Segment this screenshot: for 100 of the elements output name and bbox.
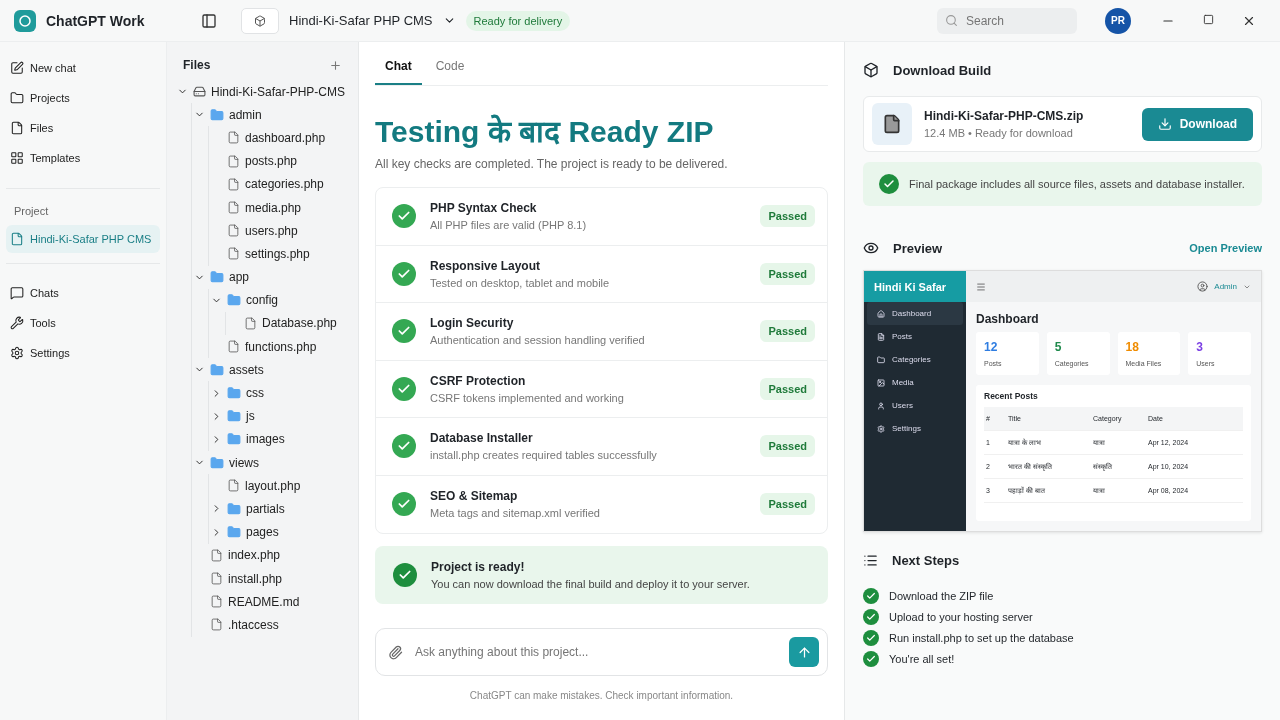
file-name[interactable]: .htaccess bbox=[228, 617, 279, 632]
file-icon bbox=[227, 177, 240, 191]
disclaimer: ChatGPT can make mistakes. Check important information. bbox=[468, 690, 735, 701]
section-title: Preview bbox=[893, 240, 944, 256]
preview-brand: Hindi Ki Safar bbox=[864, 271, 966, 302]
file-icon bbox=[210, 595, 223, 609]
folder-name[interactable]: Hindi-Ki-Safar-PHP-CMS bbox=[211, 84, 346, 99]
edit-icon bbox=[10, 61, 24, 75]
preview-title: Dashboard bbox=[975, 311, 1040, 328]
check-detail: CSRF tokens implemented and working bbox=[430, 391, 625, 404]
user-avatar[interactable]: PR bbox=[1105, 7, 1131, 34]
page-heading: Testing के बाद Ready ZIP bbox=[375, 113, 715, 150]
file-name[interactable]: index.php bbox=[228, 548, 281, 563]
folder-icon bbox=[210, 270, 224, 285]
download-button[interactable]: Download bbox=[1141, 107, 1253, 141]
check-icon bbox=[392, 376, 416, 401]
file-name[interactable]: media.php bbox=[245, 200, 302, 215]
folder-name[interactable]: assets bbox=[229, 362, 264, 377]
step-label: Download the ZIP file bbox=[889, 590, 994, 602]
table-title: Recent Posts bbox=[984, 391, 1039, 401]
download-icon bbox=[1157, 117, 1172, 131]
status-badge: Ready for delivery bbox=[465, 10, 571, 31]
check-icon bbox=[879, 174, 899, 194]
folder-name[interactable]: images bbox=[246, 432, 285, 447]
file-name[interactable]: users.php bbox=[245, 223, 298, 238]
file-icon bbox=[227, 201, 240, 215]
file-name[interactable]: dashboard.php bbox=[245, 130, 326, 145]
file-name: Hindi-Ki-Safar-PHP-CMS.zip bbox=[924, 109, 1085, 123]
status-badge: Passed bbox=[760, 320, 815, 343]
check-title: CSRF Protection bbox=[430, 373, 527, 388]
file-name[interactable]: Database.php bbox=[262, 316, 337, 331]
file-name[interactable]: posts.php bbox=[245, 154, 298, 169]
user-icon bbox=[1197, 281, 1209, 292]
chevron-right-icon[interactable] bbox=[211, 503, 222, 515]
check-icon bbox=[392, 492, 416, 517]
sidebar-item[interactable]: Projects bbox=[6, 84, 160, 112]
tab[interactable]: Chat bbox=[375, 59, 422, 85]
status-badge: Passed bbox=[760, 205, 815, 228]
step-label: Run install.php to set up the database bbox=[889, 632, 1074, 644]
sidebar-item[interactable]: New chat bbox=[6, 54, 160, 82]
file-name[interactable]: install.php bbox=[228, 571, 283, 586]
sidebar-item[interactable]: Settings bbox=[6, 339, 160, 367]
list-icon bbox=[863, 552, 878, 568]
folder-name[interactable]: app bbox=[229, 270, 250, 285]
file-name[interactable]: README.md bbox=[228, 594, 300, 609]
status-badge: Passed bbox=[760, 377, 815, 400]
file-name[interactable]: functions.php bbox=[245, 339, 317, 354]
check-title: Login Security bbox=[430, 316, 515, 331]
message-composer[interactable]: Ask anything about this project... bbox=[375, 628, 828, 676]
folder-name[interactable]: views bbox=[229, 455, 259, 470]
drive-icon bbox=[193, 85, 206, 99]
paperclip-icon[interactable] bbox=[388, 644, 403, 660]
sidebar-item[interactable]: Tools bbox=[6, 309, 160, 337]
folder-icon bbox=[210, 455, 224, 470]
folder-name[interactable]: partials bbox=[246, 501, 285, 516]
project-thumbnail bbox=[241, 7, 279, 34]
folder-name[interactable]: config bbox=[246, 293, 279, 308]
file-icon bbox=[244, 316, 257, 330]
file-icon bbox=[227, 479, 240, 493]
settings-icon bbox=[877, 424, 885, 433]
menu-icon bbox=[976, 281, 986, 292]
send-button[interactable] bbox=[789, 637, 819, 667]
app-title: ChatGPT Work bbox=[46, 12, 146, 29]
project-name[interactable]: Hindi-Ki-Safar PHP CMS bbox=[289, 13, 433, 28]
check-icon bbox=[392, 261, 416, 286]
sidebar-toggle-icon[interactable] bbox=[201, 12, 217, 29]
file-name[interactable]: layout.php bbox=[245, 478, 301, 493]
file-icon bbox=[227, 154, 240, 168]
folder-name[interactable]: admin bbox=[229, 107, 262, 122]
check-detail: Tested on desktop, tablet and mobile bbox=[430, 276, 611, 289]
tab[interactable]: Code bbox=[425, 59, 475, 85]
folder-name[interactable]: css bbox=[246, 386, 264, 401]
folder-name[interactable]: js bbox=[246, 409, 255, 424]
document-icon bbox=[877, 332, 885, 341]
search-input[interactable]: Search bbox=[964, 12, 1064, 29]
subtitle: All key checks are completed. The project is ready to be delivered. bbox=[375, 157, 729, 171]
sidebar-item[interactable]: Hindi-Ki-Safar PHP CMS bbox=[6, 225, 160, 253]
file-name[interactable]: settings.php bbox=[245, 246, 310, 261]
sidebar-item[interactable]: Chats bbox=[6, 279, 160, 307]
check-title: PHP Syntax Check bbox=[430, 201, 538, 216]
check-icon bbox=[392, 434, 416, 459]
add-icon[interactable] bbox=[329, 58, 342, 72]
file-icon bbox=[210, 618, 223, 632]
search-field[interactable]: Search bbox=[937, 7, 1077, 34]
check-detail: Authentication and session handling verified bbox=[430, 334, 646, 347]
grid-icon bbox=[10, 151, 24, 165]
folder-icon bbox=[210, 362, 224, 377]
folder-name[interactable]: pages bbox=[246, 525, 279, 540]
folder-icon bbox=[227, 432, 241, 447]
stat-value: 3 bbox=[1196, 340, 1204, 354]
check-icon bbox=[392, 204, 416, 229]
eye-icon bbox=[863, 240, 879, 256]
maximize-icon[interactable] bbox=[1203, 13, 1214, 25]
status-badge: Passed bbox=[760, 262, 815, 285]
open-preview-link[interactable]: Open Preview bbox=[1189, 242, 1262, 254]
sidebar-item[interactable]: Files bbox=[6, 114, 160, 142]
folder-icon bbox=[227, 501, 241, 516]
step-label: Upload to your hosting server bbox=[889, 611, 1033, 623]
sidebar-item[interactable]: Templates bbox=[6, 144, 160, 172]
file-name[interactable]: categories.php bbox=[245, 177, 324, 192]
